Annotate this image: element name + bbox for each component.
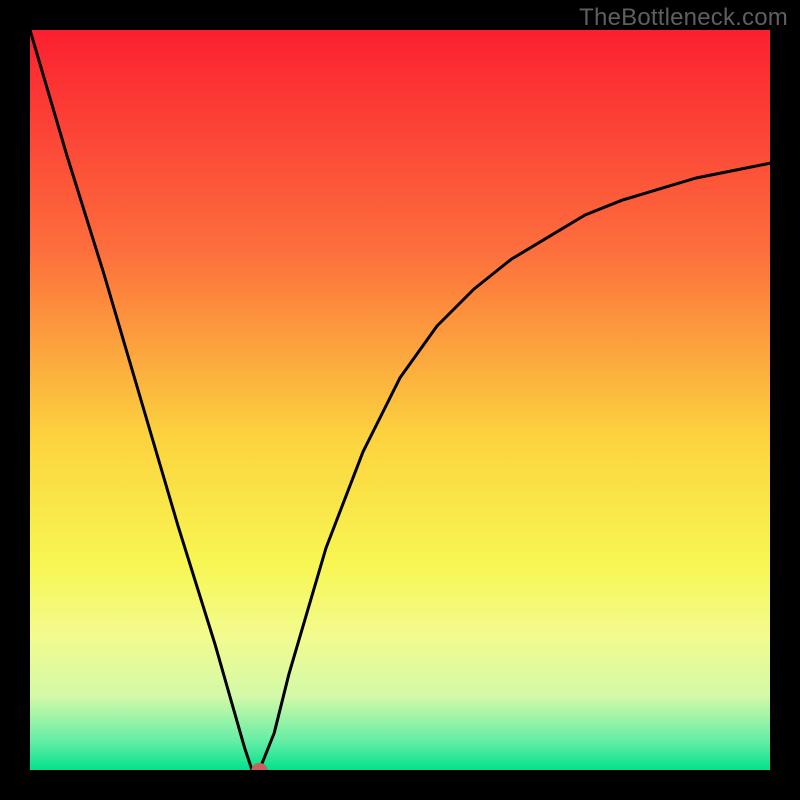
chart-svg xyxy=(30,30,770,770)
plot-area xyxy=(30,30,770,770)
chart-frame: TheBottleneck.com xyxy=(0,0,800,800)
watermark-text: TheBottleneck.com xyxy=(579,4,788,32)
